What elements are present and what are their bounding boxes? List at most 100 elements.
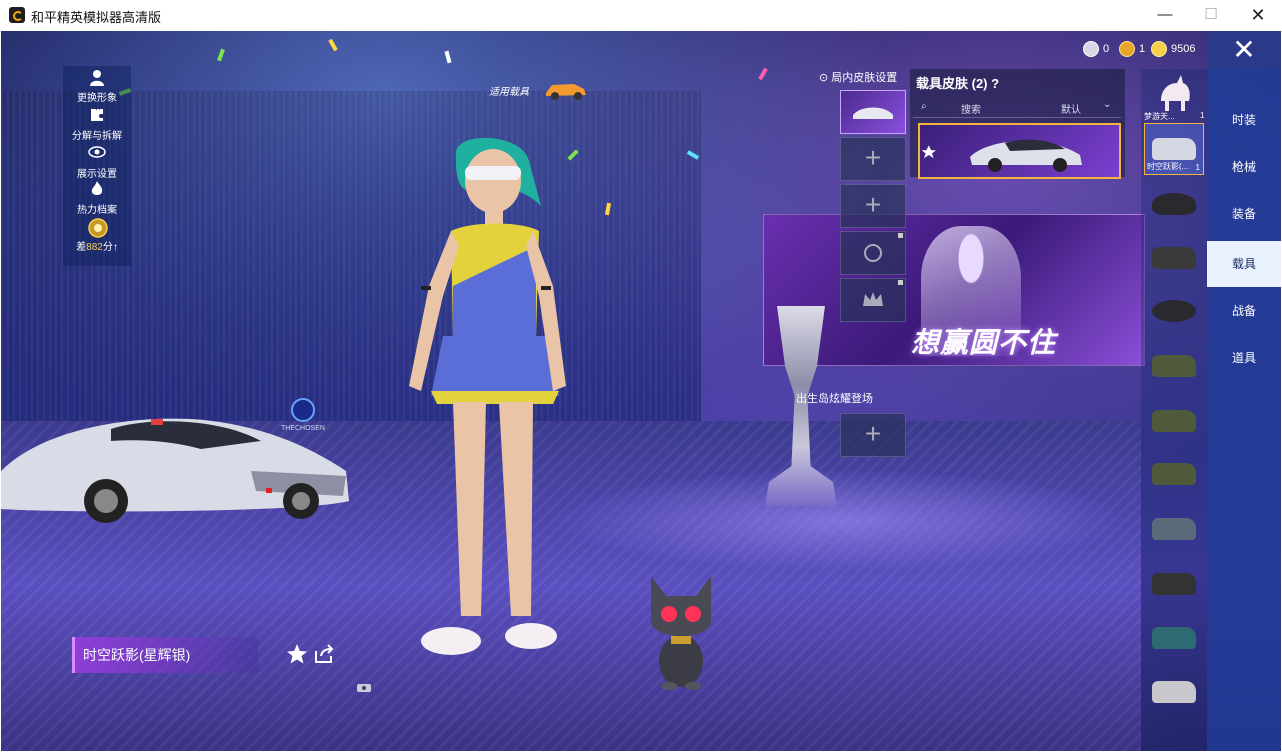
vehicle-item[interactable] bbox=[1145, 233, 1203, 283]
search-icon: ⌕ bbox=[921, 101, 927, 112]
banner-slogan: 想赢圆不住 bbox=[911, 327, 1057, 358]
unicorn-mount-icon[interactable] bbox=[1151, 71, 1197, 113]
sort-dropdown[interactable]: 默认 bbox=[1061, 101, 1081, 116]
skin-slot-locked-4[interactable] bbox=[840, 231, 906, 275]
tab-vehicles[interactable]: 载具 bbox=[1207, 241, 1281, 287]
apply-vehicle-label: 适用载具 bbox=[489, 87, 529, 98]
vehicle-item[interactable] bbox=[1145, 504, 1203, 554]
vehicle-skin-title-text: 载具皮肤 (2) bbox=[916, 76, 988, 91]
slot-car-icon bbox=[853, 107, 893, 119]
confetti bbox=[758, 67, 768, 81]
token-balance: 1 bbox=[1119, 40, 1145, 58]
tab-weapons[interactable]: 枪械 bbox=[1207, 144, 1281, 190]
close-game-button[interactable]: ✕ bbox=[1207, 31, 1281, 69]
spawn-island-label: 出生岛炫耀登场 bbox=[796, 393, 873, 405]
decompose-button[interactable]: 分解与拆解 bbox=[63, 107, 131, 142]
ingame-skin-setting-label: ⊙ 局内皮肤设置 bbox=[819, 72, 898, 84]
minimize-button[interactable]: — bbox=[1142, 0, 1188, 31]
jeep-icon bbox=[1152, 463, 1196, 485]
coupe-icon bbox=[1152, 627, 1196, 649]
category-tabbar: 时装 枪械 装备 载具 战备 道具 bbox=[1207, 69, 1281, 751]
motorcycle-icon bbox=[1152, 193, 1196, 215]
vehicle-item[interactable] bbox=[1145, 341, 1203, 391]
lock-icon bbox=[898, 233, 903, 238]
vehicle-item[interactable] bbox=[1145, 667, 1203, 717]
player-character bbox=[409, 137, 566, 655]
tab-items[interactable]: 道具 bbox=[1207, 335, 1281, 381]
dream-mount-label: 梦游天... bbox=[1144, 112, 1175, 121]
share-icon[interactable] bbox=[313, 643, 335, 665]
vehicle-item[interactable] bbox=[1145, 286, 1203, 336]
chevron-down-icon[interactable]: ⌄ bbox=[1103, 99, 1111, 110]
maximize-button[interactable]: ☐ bbox=[1188, 0, 1234, 31]
skin-slot-1[interactable] bbox=[840, 90, 906, 134]
left-menu: 更换形象 分解与拆解 展示设置 热力档案 差882分↑ bbox=[63, 66, 131, 266]
vehicle-item-label: 时空跃影(... bbox=[1147, 162, 1189, 171]
favorite-star-icon[interactable] bbox=[286, 643, 308, 665]
change-appearance-button[interactable]: 更换形象 bbox=[63, 69, 131, 104]
help-icon[interactable]: ? bbox=[991, 76, 999, 91]
vehicle-item-selected[interactable]: 时空跃影(... 1 bbox=[1144, 123, 1204, 175]
tab-equipment[interactable]: 装备 bbox=[1207, 191, 1281, 237]
camera-rotate-icon[interactable] bbox=[356, 681, 372, 693]
supercar bbox=[1, 418, 349, 523]
pet-companion bbox=[651, 576, 711, 690]
ingame-skin-setting-text: 局内皮肤设置 bbox=[831, 72, 898, 84]
crown-icon bbox=[863, 292, 883, 306]
rank-score-badge[interactable]: 差882分↑ bbox=[63, 218, 131, 253]
window-title: 和平精英模拟器高清版 bbox=[31, 10, 162, 25]
skin-slot-2[interactable]: + bbox=[840, 137, 906, 181]
tab-battle-prep[interactable]: 战备 bbox=[1207, 288, 1281, 334]
vehicle-item[interactable] bbox=[1145, 396, 1203, 446]
vehicle-name-plate: 时空跃影(星辉银) bbox=[72, 637, 258, 673]
vehicle-item[interactable] bbox=[1145, 559, 1203, 609]
person-icon bbox=[88, 69, 106, 87]
skin-card-selected[interactable] bbox=[918, 123, 1121, 179]
confetti bbox=[444, 50, 452, 64]
rank-badge-icon bbox=[88, 218, 108, 238]
coupon-icon bbox=[1083, 41, 1099, 58]
vehicle-item[interactable] bbox=[1145, 449, 1203, 499]
tab-outfit[interactable]: 时装 bbox=[1207, 97, 1281, 143]
motorcycle-icon bbox=[1152, 300, 1196, 322]
decompose-label: 分解与拆解 bbox=[72, 131, 122, 142]
change-appearance-label: 更换形象 bbox=[77, 93, 117, 104]
locked-emblem-icon bbox=[864, 244, 882, 262]
buggy-icon bbox=[1152, 247, 1196, 269]
skin-slot-3[interactable]: + bbox=[840, 184, 906, 228]
applied-car-icon[interactable] bbox=[544, 79, 588, 101]
puzzle-icon bbox=[88, 107, 106, 125]
app-logo-icon bbox=[9, 7, 25, 23]
monster-truck-icon bbox=[1152, 573, 1196, 595]
jeep-icon bbox=[1152, 410, 1196, 432]
eye-icon bbox=[88, 145, 106, 163]
vehicle-item[interactable] bbox=[1145, 179, 1203, 229]
coupon-value: 0 bbox=[1103, 43, 1110, 55]
score-value: 882 bbox=[86, 242, 103, 253]
spawn-island-slot[interactable]: + bbox=[840, 413, 906, 457]
display-settings-label: 展示设置 bbox=[77, 169, 117, 180]
flame-icon bbox=[88, 181, 106, 199]
close-window-button[interactable]: ✕ bbox=[1235, 0, 1281, 31]
score-suffix: 分 bbox=[102, 242, 113, 253]
heat-archive-label: 热力档案 bbox=[77, 205, 117, 216]
window-titlebar: 和平精英模拟器高清版 — ☐ ✕ bbox=[0, 0, 1282, 32]
sedan-icon bbox=[1152, 518, 1196, 540]
arrow-up-icon: ↑ bbox=[112, 242, 118, 253]
skin-search-bar[interactable]: ⌕ 搜索 默认 ⌄ bbox=[913, 99, 1121, 118]
coupon-balance: 0 bbox=[1083, 40, 1109, 58]
coin-icon bbox=[1151, 41, 1167, 58]
display-platform bbox=[561, 471, 1121, 571]
vehicle-item[interactable] bbox=[1145, 613, 1203, 663]
display-settings-button[interactable]: 展示设置 bbox=[63, 145, 131, 180]
jeep-icon bbox=[1152, 355, 1196, 377]
plus-icon: + bbox=[864, 189, 882, 220]
confetti bbox=[217, 48, 225, 62]
token-icon bbox=[1119, 41, 1135, 58]
coin-balance: 9506 bbox=[1151, 40, 1195, 58]
heat-archive-button[interactable]: 热力档案 bbox=[63, 181, 131, 216]
skin-slot-locked-5[interactable] bbox=[840, 278, 906, 322]
search-input[interactable]: 搜索 bbox=[961, 101, 981, 116]
classic-car-icon bbox=[1152, 681, 1196, 703]
coin-value: 9506 bbox=[1171, 43, 1196, 55]
